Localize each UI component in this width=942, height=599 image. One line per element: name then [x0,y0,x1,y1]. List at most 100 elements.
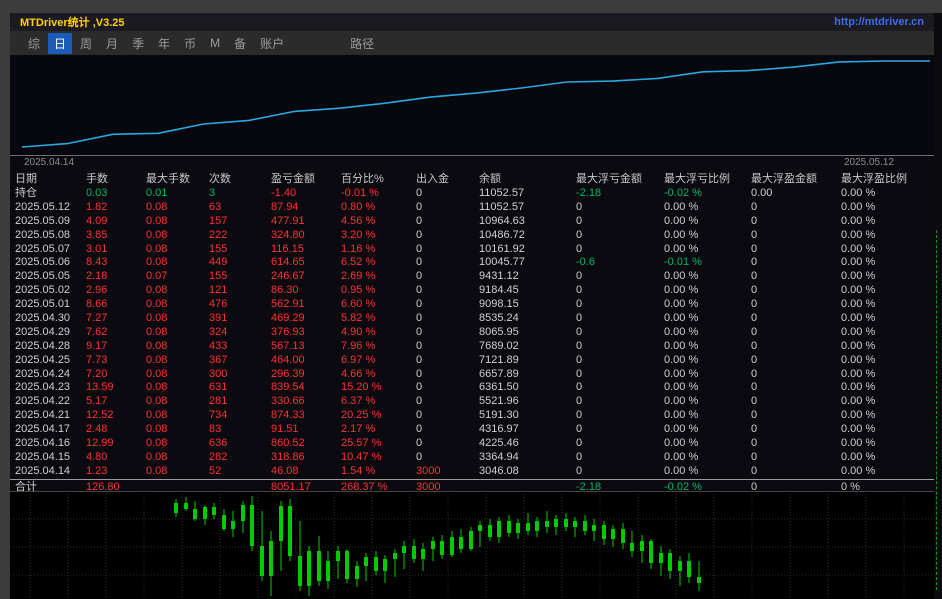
table-cell: 839.54 [271,381,305,394]
table-cell: 0.00 % [841,200,876,213]
table-row: 2025.05.05 2.18 0.07 155 246.67 2.69 % 0 9431.1… [10,270,934,284]
table-cell: 0.00 % [841,325,876,338]
table-cell: -0.02 % [664,480,702,493]
table-cell: 0.08 [146,256,168,269]
table-cell: 0.01 [146,187,168,199]
table-cell: 464.00 [271,353,305,366]
table-row: 2025.04.21 12.52 0.08 734 874.33 20.25 % 0 5191… [10,409,934,423]
table-row: 2025.04.14 1.23 0.08 52 46.08 1.54 % 3000 3046.… [10,465,934,479]
table-cell: 0.08 [146,298,168,311]
table-cell: 2025.04.25 [15,353,71,366]
table-cell: 63 [209,200,222,213]
table-cell: 0 [751,284,758,297]
table-cell: 0.00 % [841,312,876,325]
table-cell: 0.08 [146,353,168,366]
menu-item-3[interactable]: 周 [74,33,98,54]
table-cell: 0.00 % [841,464,876,477]
table-cell: 4.66 % [341,367,376,380]
menu-items: 综日周月季年币 M 备账户 [22,32,292,54]
table-cell: 4.56 % [341,214,376,227]
table-cell: 2025.04.21 [15,409,71,422]
table-row: 2025.04.25 7.73 0.08 367 464.00 6.97 % 0 7121.8… [10,354,934,368]
menu-item-5[interactable]: 季 [126,33,150,54]
table-cell: 2.96 [86,284,108,297]
table-cell: 8.66 [86,298,108,311]
table-cell: 0.00 % [664,367,699,380]
table-cell: 734 [209,409,228,422]
table-row: 2025.04.15 4.80 0.08 282 318.86 10.47 % 0 3364.… [10,451,934,465]
table-cell: 2025.04.29 [15,325,71,338]
table-cell: 155 [209,242,228,255]
table-cell: 0 [576,312,583,325]
table-cell: 0.07 [146,270,168,283]
menu-item-8[interactable]: M [204,34,226,52]
table-cell: 2025.05.08 [15,228,71,241]
table-cell: 2025.04.30 [15,312,71,325]
menu-item-4[interactable]: 月 [100,33,124,54]
table-cell: 0 [416,423,423,436]
panel-title-bar[interactable]: MTDriver统计 ,V3.25 http://mtdriver.cn [10,13,934,31]
table-cell: 391 [209,312,228,325]
table-cell: 0.08 [146,381,168,394]
table-cell: -0.01 % [664,256,702,269]
menu-bar: 综日周月季年币 M 备账户 路径 [10,31,934,55]
panel-url-link[interactable]: http://mtdriver.cn [834,16,924,28]
column-header: 百分比% [341,173,384,185]
table-cell: 0 [751,367,758,380]
table-cell: 0 [416,284,423,297]
chart-start-date: 2025.04.14 [24,157,75,168]
table-cell: 10964.63 [479,214,525,227]
table-cell: 0.08 [146,450,168,463]
table-cell: 0 [751,325,758,338]
table-cell: 1.16 % [341,242,376,255]
table-row: 2025.04.23 13.59 0.08 631 839.54 15.20 % 0 6361… [10,381,934,395]
table-row: 2025.05.02 2.96 0.08 121 86.30 0.95 % 0 9184.45… [10,284,934,298]
table-cell: 0 [751,353,758,366]
table-cell: 3 [209,187,216,199]
menu-item-path[interactable]: 路径 [350,35,374,52]
table-cell: 12.52 [86,409,114,422]
table-cell: -0.01 % [341,187,379,199]
table-cell: 0.08 [146,228,168,241]
menu-item-7[interactable]: 币 [178,33,202,54]
table-cell: 0.00 % [841,381,876,394]
table-cell: 0.00 % [664,228,699,241]
table-cell: 0 [416,353,423,366]
table-cell: 4.09 [86,214,108,227]
table-cell: 2025.05.12 [15,200,71,213]
menu-item-2[interactable]: 日 [48,32,73,54]
table-cell: 0.80 % [341,200,376,213]
table-cell: 476 [209,298,228,311]
table-cell: 2025.04.16 [15,437,71,450]
table-cell: 0 [416,270,423,283]
table-cell: 0.00 % [664,423,699,436]
chart-end-date: 2025.05.12 [843,157,894,168]
table-cell: 7.62 [86,325,108,338]
table-cell: 874.33 [271,409,305,422]
table-cell: 121 [209,284,228,297]
table-cell: 3046.08 [479,464,519,477]
table-cell: 8065.95 [479,325,519,338]
table-cell: 7689.02 [479,339,519,352]
menu-item-6[interactable]: 年 [152,33,176,54]
table-cell: 0 [751,228,758,241]
table-cell: 0 [576,367,583,380]
table-cell: 469.29 [271,312,305,325]
table-cell: 9184.45 [479,284,519,297]
table-cell: 0.00 % [841,367,876,380]
table-cell: 433 [209,339,228,352]
table-cell: 0.00 % [664,353,699,366]
table-cell: 0 [576,423,583,436]
column-header: 最大浮盈金额 [751,173,817,185]
table-cell: 0 [751,242,758,255]
table-cell: 449 [209,256,228,269]
table-cell: 631 [209,381,228,394]
table-cell: 0 [416,187,423,199]
table-row: 2025.04.30 7.27 0.08 391 469.29 5.82 % 0 8535.2… [10,312,934,326]
table-cell: 0.00 % [664,242,699,255]
table-total-row: 合计 126.80 8051.17 268.37 % 3000 -2.18 -0.02 % 0… [10,478,934,494]
menu-item-1[interactable]: 综 [22,33,46,54]
table-cell: 10161.92 [479,242,525,255]
menu-item-10[interactable]: 账户 [254,33,290,54]
menu-item-9[interactable]: 备 [228,33,252,54]
